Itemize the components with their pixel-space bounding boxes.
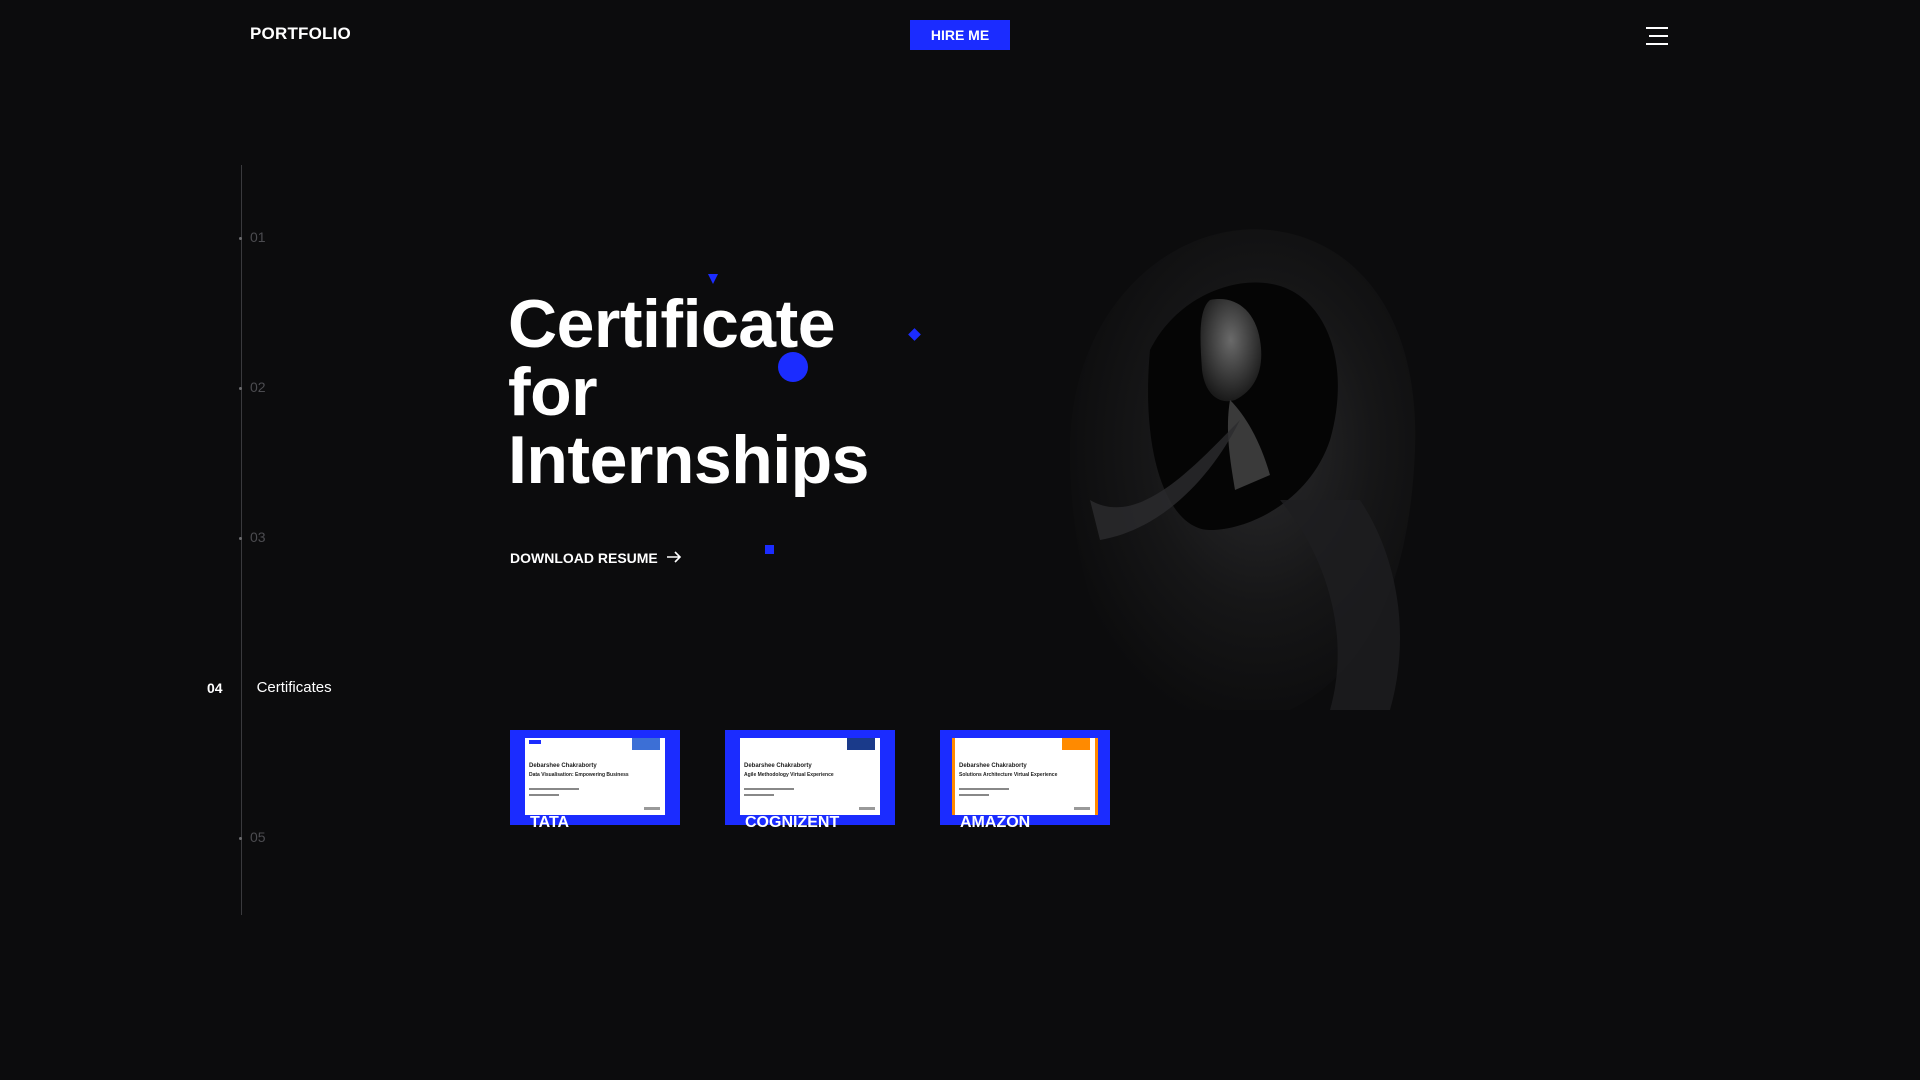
certificate-signature bbox=[1074, 807, 1090, 810]
certificate-ribbon bbox=[1062, 738, 1090, 750]
certificate-course: Agile Methodology Virtual Experience bbox=[744, 772, 834, 778]
certificate-thumbnail: Debarshee Chakraborty Data Visualisation… bbox=[522, 738, 668, 815]
certificate-signature bbox=[859, 807, 875, 810]
certificate-stripe bbox=[1095, 738, 1098, 815]
certificate-holder: Debarshee Chakraborty bbox=[959, 763, 1027, 769]
certificate-thumbnail: Debarshee Chakraborty Agile Methodology … bbox=[737, 738, 883, 815]
nav-item-04[interactable]: 04 Certificates bbox=[207, 679, 332, 696]
certificate-text-line bbox=[744, 794, 774, 796]
nav-dot bbox=[239, 237, 242, 240]
nav-dot bbox=[239, 837, 242, 840]
certificate-stripe bbox=[880, 738, 883, 815]
arrow-right-icon bbox=[666, 550, 682, 566]
certificate-card-tata[interactable]: Debarshee Chakraborty Data Visualisation… bbox=[510, 730, 680, 831]
certificate-course: Solutions Architecture Virtual Experienc… bbox=[959, 772, 1058, 778]
nav-number: 05 bbox=[250, 829, 266, 845]
certificate-text-line bbox=[959, 794, 989, 796]
certificate-thumbnail: Debarshee Chakraborty Solutions Architec… bbox=[952, 738, 1098, 815]
hamburger-menu-icon[interactable] bbox=[1640, 24, 1672, 48]
hero-title-line: Internships bbox=[508, 422, 870, 498]
nav-item-05[interactable]: 05 bbox=[250, 829, 266, 845]
decorative-triangle bbox=[708, 274, 718, 284]
portfolio-page: PORTFOLIO HIRE ME 01 02 03 04 Certificat… bbox=[0, 0, 1920, 1080]
decorative-diamond bbox=[908, 328, 921, 341]
certificate-card-amazon[interactable]: Debarshee Chakraborty Solutions Architec… bbox=[940, 730, 1110, 831]
certificate-holder: Debarshee Chakraborty bbox=[744, 763, 812, 769]
nav-number: 04 bbox=[207, 679, 223, 696]
certificate-card-cognizant[interactable]: Debarshee Chakraborty Agile Methodology … bbox=[725, 730, 895, 831]
download-resume-label: DOWNLOAD RESUME bbox=[510, 550, 658, 566]
certificate-label: COGNIZENT bbox=[745, 814, 840, 831]
decorative-square bbox=[765, 545, 774, 554]
certificate-label: TATA bbox=[530, 814, 570, 831]
nav-item-01[interactable]: 01 bbox=[250, 229, 266, 245]
certificate-stripe bbox=[737, 738, 740, 815]
certificate-text-line bbox=[529, 794, 559, 796]
download-resume-link[interactable]: DOWNLOAD RESUME bbox=[510, 550, 682, 566]
certificate-text-line bbox=[529, 788, 579, 790]
nav-dot bbox=[239, 387, 242, 390]
certificate-text-line bbox=[744, 788, 794, 790]
hero-title-line: Certificate bbox=[508, 286, 836, 362]
nav-item-03[interactable]: 03 bbox=[250, 529, 266, 545]
hire-me-button[interactable]: HIRE ME bbox=[910, 20, 1010, 50]
hooded-portrait-image bbox=[1030, 200, 1430, 720]
site-logo[interactable]: PORTFOLIO bbox=[250, 24, 351, 44]
certificate-stripe bbox=[522, 738, 525, 815]
nav-number: 02 bbox=[250, 379, 266, 395]
certificate-signature bbox=[644, 807, 660, 810]
certificate-stripe bbox=[952, 738, 955, 815]
issuer-logo bbox=[529, 740, 541, 744]
certificate-course: Data Visualisation: Empowering Business bbox=[529, 772, 629, 778]
certificate-ribbon bbox=[847, 738, 875, 750]
nav-dot bbox=[239, 537, 242, 540]
nav-number: 01 bbox=[250, 229, 266, 245]
certificate-holder: Debarshee Chakraborty bbox=[529, 763, 597, 769]
nav-number: 03 bbox=[250, 529, 266, 545]
hero-title-line: for bbox=[508, 354, 598, 430]
hero-title: Certificate for Internships bbox=[508, 286, 870, 498]
nav-item-02[interactable]: 02 bbox=[250, 379, 266, 395]
slide-nav-line bbox=[241, 165, 242, 915]
nav-label-certificates: Certificates bbox=[256, 679, 332, 696]
certificate-text-line bbox=[959, 788, 1009, 790]
certificate-stripe bbox=[665, 738, 668, 815]
certificate-label: AMAZON bbox=[960, 814, 1031, 831]
certificate-ribbon bbox=[632, 738, 660, 750]
